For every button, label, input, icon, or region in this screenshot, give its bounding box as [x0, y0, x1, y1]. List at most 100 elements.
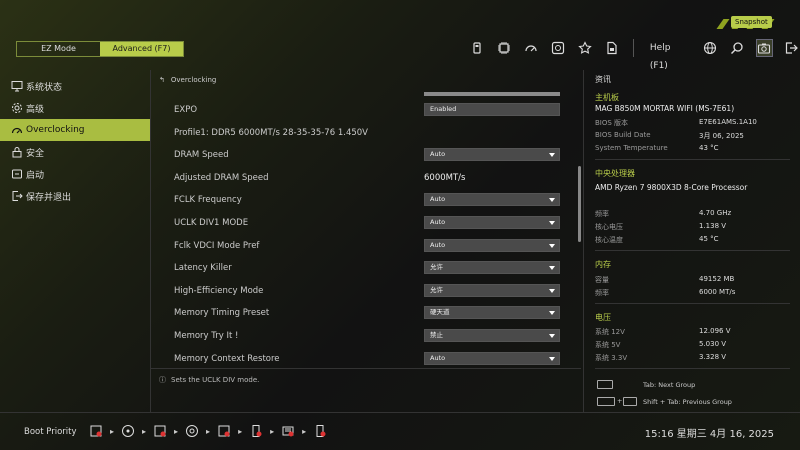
setting-row-uclk[interactable]: UCLK DIV1 MODE Auto: [151, 213, 581, 236]
divider: [595, 250, 790, 251]
boot-device-network-icon[interactable]: [280, 423, 296, 439]
setting-label: EXPO: [174, 105, 198, 115]
chevron-down-icon: [549, 198, 555, 203]
star-icon[interactable]: [577, 39, 594, 57]
kv-cpu-temp: 核心温度 45 °C: [595, 235, 719, 244]
high-efficiency-select[interactable]: 允许: [424, 283, 560, 297]
chevron-down-icon: [549, 220, 555, 225]
boot-priority-label: Boot Priority: [24, 427, 77, 437]
breadcrumb-label: Overclocking: [170, 76, 217, 84]
setting-row-high-efficiency[interactable]: High-Efficiency Mode 允许: [151, 281, 581, 304]
uclk-select[interactable]: Auto: [424, 215, 560, 229]
dram-speed-select[interactable]: Auto: [424, 148, 560, 162]
boot-device-usb-icon[interactable]: [216, 423, 232, 439]
plus-sign: +: [617, 397, 623, 405]
kv-mem-freq: 频率 6000 MT/s: [595, 288, 736, 297]
key-hint-prev: Shift + Tab: Previous Group: [643, 398, 732, 406]
sidebar-item-label: 高级: [26, 104, 45, 115]
fclk-select[interactable]: Auto: [424, 193, 560, 207]
board-name: MAG B850M MORTAR WIFI (MS-7E61): [595, 104, 735, 113]
globe-icon[interactable]: [701, 39, 718, 57]
info-panel: 资讯 主机板 MAG B850M MORTAR WIFI (MS-7E61) B…: [595, 70, 795, 412]
sidebar-item-advanced[interactable]: 高级: [0, 97, 150, 119]
setting-row-memory-try-it[interactable]: Memory Try It ! 禁止: [151, 326, 581, 349]
boot-device-usb-stick-icon[interactable]: [248, 423, 264, 439]
usb-icon[interactable]: [468, 39, 485, 57]
divider: [632, 39, 634, 57]
hint-text: Sets the UCLK DIV mode.: [171, 376, 260, 384]
search-icon[interactable]: [728, 39, 745, 57]
boot-icon: [12, 169, 22, 179]
exit-icon[interactable]: [783, 39, 800, 57]
boot-device-usb-stick-icon[interactable]: [312, 423, 328, 439]
help-hint: ⓘ Sets the UCLK DIV mode.: [159, 375, 259, 385]
tab-key-icon: [623, 397, 637, 406]
setting-row-adjusted-dram: Adjusted DRAM Speed 6000MT/s: [151, 168, 581, 191]
fclk-vdci-select[interactable]: Auto: [424, 238, 560, 252]
cpu-icon[interactable]: [495, 39, 512, 57]
top-bar: EZ Mode Advanced (F7) Help (F1) Snapshot: [0, 0, 800, 71]
sidebar-item-label: Overclocking: [26, 125, 85, 135]
timing-preset-select[interactable]: 硬天道: [424, 306, 560, 320]
bottom-bar: Boot Priority ▸ ▸ ▸ ▸ ▸ ▸ ▸ 15:16 星期三 4月…: [0, 413, 800, 450]
divider: [583, 70, 584, 412]
toolbar: Help (F1): [468, 39, 800, 71]
boot-device-disc-icon[interactable]: [120, 423, 136, 439]
setting-value: 6000MT/s: [424, 172, 466, 183]
tab-key-icon: [597, 380, 613, 389]
sidebar-item-boot[interactable]: 启动: [0, 163, 150, 185]
setting-row-timing-preset[interactable]: Memory Timing Preset 硬天道: [151, 303, 581, 326]
boot-device-usb-icon[interactable]: [88, 423, 104, 439]
chevron-right-icon: ▸: [206, 426, 211, 436]
divider: [595, 368, 790, 369]
speedometer-icon[interactable]: [522, 39, 539, 57]
sidebar-item-security[interactable]: 安全: [0, 141, 150, 163]
setting-row-profile: Profile1: DDR5 6000MT/s 28-35-35-76 1.45…: [151, 123, 581, 146]
sidebar-item-overclocking[interactable]: Overclocking: [0, 119, 150, 141]
context-restore-select[interactable]: Auto: [424, 351, 560, 365]
sidebar-item-save-exit[interactable]: 保存并退出: [0, 185, 150, 207]
sidebar: 系统状态 高级 Overclocking 安全 启动 保存并退出: [0, 70, 150, 412]
latency-killer-select[interactable]: 允许: [424, 261, 560, 275]
setting-row-latency-killer[interactable]: Latency Killer 允许: [151, 258, 581, 281]
sidebar-item-system-status[interactable]: 系统状态: [0, 75, 150, 97]
file-icon[interactable]: [604, 39, 621, 57]
kv-volt-3v3: 系统 3.3V 3.328 V: [595, 353, 727, 362]
settings-list: EXPO Enabled Profile1: DDR5 6000MT/s 28-…: [151, 100, 581, 371]
sidebar-item-label: 安全: [26, 148, 45, 159]
scrollbar[interactable]: [578, 166, 581, 242]
key-hint-next: Tab: Next Group: [643, 381, 696, 389]
progress-bar: [424, 92, 560, 96]
chevron-down-icon: [549, 153, 555, 158]
setting-label: FCLK Frequency: [174, 195, 242, 206]
setting-label: DRAM Speed: [174, 150, 229, 161]
setting-row-expo[interactable]: EXPO Enabled: [151, 100, 581, 123]
advanced-mode-tab[interactable]: Advanced (F7): [100, 42, 183, 56]
ez-mode-tab[interactable]: EZ Mode: [17, 42, 100, 56]
chevron-down-icon: [549, 333, 555, 338]
shift-key-icon: [597, 397, 615, 406]
setting-label: Memory Try It !: [174, 330, 239, 341]
sidebar-item-label: 保存并退出: [26, 192, 72, 203]
boot-priority-list: ▸ ▸ ▸ ▸ ▸ ▸ ▸: [88, 423, 328, 439]
fan-icon[interactable]: [549, 39, 566, 57]
monitor-icon: [11, 81, 23, 92]
gear-icon: [12, 103, 22, 113]
boot-device-hdd-icon[interactable]: [184, 423, 200, 439]
camera-icon[interactable]: [755, 39, 773, 57]
expo-select[interactable]: Enabled: [424, 103, 560, 116]
breadcrumb[interactable]: ↰ Overclocking: [159, 76, 216, 84]
sidebar-item-label: 系统状态: [26, 82, 63, 93]
setting-row-dram-speed[interactable]: DRAM Speed Auto: [151, 145, 581, 168]
setting-row-fclk-vdci[interactable]: Fclk VDCI Mode Pref Auto: [151, 236, 581, 259]
help-button[interactable]: Help (F1): [650, 39, 689, 71]
setting-label: Adjusted DRAM Speed: [174, 172, 269, 183]
chevron-right-icon: ▸: [110, 426, 115, 436]
memory-try-it-select[interactable]: 禁止: [424, 328, 560, 342]
back-arrow-icon[interactable]: ↰: [159, 76, 165, 84]
boot-device-usb-icon[interactable]: [152, 423, 168, 439]
kv-system-temp: System Temperature 43 °C: [595, 144, 719, 152]
chevron-right-icon: ▸: [174, 426, 179, 436]
setting-row-fclk[interactable]: FCLK Frequency Auto: [151, 190, 581, 213]
kv-cpu-freq: 频率 4.70 GHz: [595, 209, 732, 218]
